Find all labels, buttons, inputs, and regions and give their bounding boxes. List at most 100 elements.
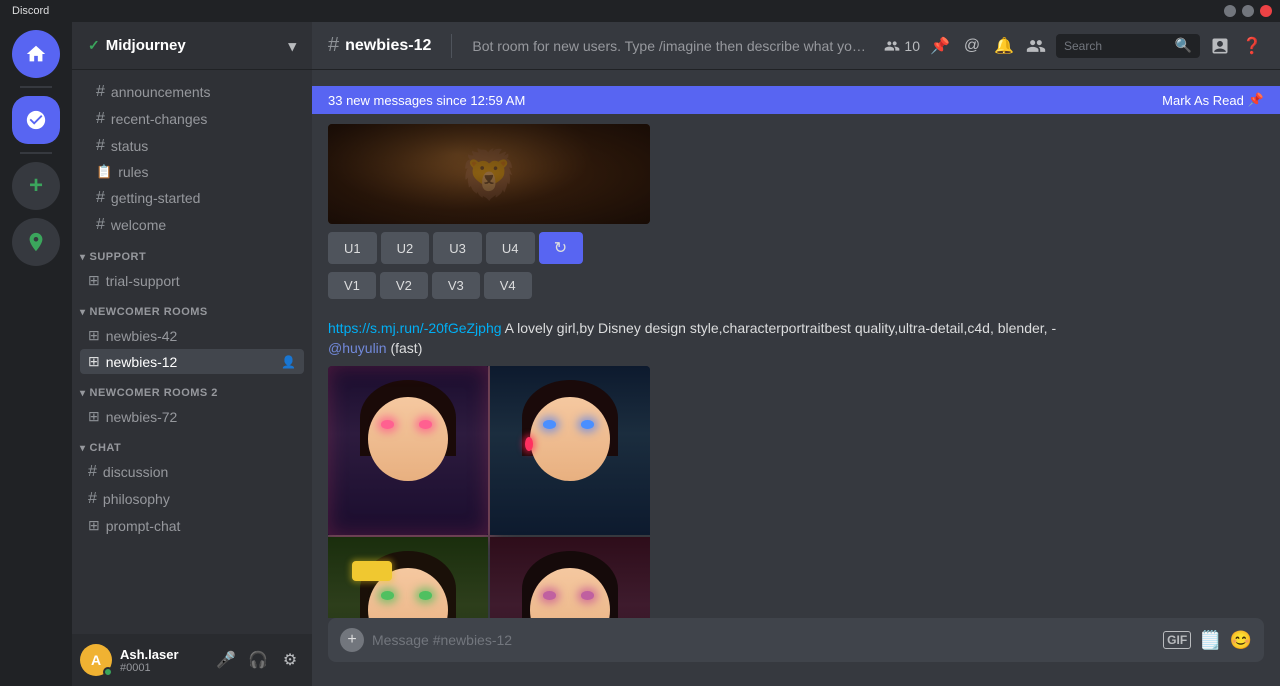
sidebar-item-philosophy[interactable]: # philosophy	[80, 486, 304, 512]
message-text-input[interactable]	[372, 622, 1155, 658]
mention-icon[interactable]: @	[960, 34, 984, 58]
avatar-letter: A	[91, 652, 101, 668]
sidebar-item-prompt-chat[interactable]: ⊞ prompt-chat	[80, 513, 304, 538]
deafen-button[interactable]: 🎧	[244, 646, 272, 674]
members-list-icon[interactable]	[1024, 34, 1048, 58]
channel-name-getting-started: getting-started	[111, 190, 296, 206]
hash-icon-discussion: #	[88, 463, 97, 481]
action-buttons-row2: V1 V2 V3 V4	[328, 272, 1264, 299]
category-chat[interactable]: ▾ CHAT # discussion # philosophy ⊞ promp…	[72, 430, 312, 538]
folder-icon: ⊞	[88, 272, 100, 289]
add-attachment-button[interactable]: +	[340, 628, 364, 652]
category-chevron-newcomer: ▾	[80, 307, 86, 318]
server-divider	[20, 86, 52, 88]
home-server-icon[interactable]	[12, 30, 60, 78]
category-chevron-chat: ▾	[80, 443, 86, 454]
app: + ✓ Midjourney ▾ # announcements # recen…	[0, 0, 1280, 686]
folder-icon: ⊞	[88, 327, 100, 344]
girl-cell-1	[328, 366, 488, 535]
channel-name-discussion: discussion	[103, 464, 168, 480]
server-checkmark: ✓	[88, 37, 100, 54]
sidebar-item-rules[interactable]: 📋 rules	[80, 160, 304, 184]
channel-name-newbies-12: newbies-12	[106, 354, 178, 370]
hash-icon: #	[96, 189, 105, 207]
minimize-button[interactable]	[1224, 5, 1236, 17]
sidebar-item-welcome[interactable]: # welcome	[80, 212, 304, 238]
search-icon: 🔍	[1175, 37, 1192, 54]
sticker-button[interactable]: 🗒️	[1199, 630, 1221, 651]
sidebar-item-trial-support[interactable]: ⊞ trial-support	[80, 268, 304, 293]
category-header-support[interactable]: ▾ SUPPORT	[72, 239, 312, 267]
category-label-support: SUPPORT	[90, 251, 147, 263]
u1-button-1[interactable]: U1	[328, 232, 377, 264]
header-divider	[451, 34, 452, 58]
category-header-newcomer-rooms-2[interactable]: ▾ NEWCOMER ROOMS 2	[72, 375, 312, 403]
user-info: Ash.laser #0001	[120, 647, 204, 674]
user-display-name: Ash.laser	[120, 647, 204, 662]
u4-button-1[interactable]: U4	[486, 232, 535, 264]
settings-button[interactable]: ⚙	[276, 646, 304, 674]
refresh-button-1[interactable]: ↻	[539, 232, 583, 264]
category-header-chat[interactable]: ▾ CHAT	[72, 430, 312, 458]
follow-icon[interactable]: 🔔	[992, 34, 1016, 58]
members-count: 10	[884, 38, 920, 54]
category-newcomer-rooms[interactable]: ▾ NEWCOMER ROOMS ⊞ newbies-42 ⊞ newbies-…	[72, 294, 312, 374]
v4-button-1[interactable]: V4	[484, 272, 532, 299]
close-button[interactable]	[1260, 5, 1272, 17]
girl-cell-3	[328, 537, 488, 618]
user-status-dot	[103, 667, 113, 677]
titlebar-title: Discord	[12, 5, 49, 17]
search-bar: 🔍	[1056, 34, 1200, 58]
sidebar-item-status[interactable]: # status	[80, 133, 304, 159]
mute-button[interactable]: 🎤	[212, 646, 240, 674]
input-icon-group: GIF 🗒️ 😊	[1163, 630, 1252, 651]
channel-title: newbies-12	[345, 37, 431, 55]
u3-button-1[interactable]: U3	[433, 232, 482, 264]
channel-notification-badge: 👤	[281, 355, 296, 369]
v1-button-1[interactable]: V1	[328, 272, 376, 299]
sidebar-item-getting-started[interactable]: # getting-started	[80, 185, 304, 211]
hash-icon: #	[96, 216, 105, 234]
gif-button[interactable]: GIF	[1163, 631, 1191, 649]
server-header[interactable]: ✓ Midjourney ▾	[72, 22, 312, 70]
message-description: A lovely girl,by Disney design style,cha…	[505, 320, 1056, 336]
refresh-icon-1: ↻	[554, 238, 567, 258]
mark-as-read-button[interactable]: Mark As Read 📌	[1162, 92, 1264, 108]
inbox-icon[interactable]	[1208, 34, 1232, 58]
message-link[interactable]: https://s.mj.run/-20fGeZjphg	[328, 320, 502, 336]
channel-list: # announcements # recent-changes # statu…	[72, 70, 312, 634]
sidebar-item-newbies-12[interactable]: ⊞ newbies-12 👤	[80, 349, 304, 374]
explore-server-icon[interactable]	[12, 218, 60, 266]
category-newcomer-rooms-2[interactable]: ▾ NEWCOMER ROOMS 2 ⊞ newbies-72	[72, 375, 312, 429]
girl-cell-4	[490, 537, 650, 618]
sidebar-item-newbies-42[interactable]: ⊞ newbies-42	[80, 323, 304, 348]
message-input-area: + GIF 🗒️ 😊	[312, 618, 1280, 686]
user-controls: 🎤 🎧 ⚙	[212, 646, 304, 674]
category-header-newcomer-rooms[interactable]: ▾ NEWCOMER ROOMS	[72, 294, 312, 322]
channel-name: trial-support	[106, 273, 180, 289]
hash-icon-philosophy: #	[88, 490, 97, 508]
maximize-button[interactable]	[1242, 5, 1254, 17]
u2-button-1[interactable]: U2	[381, 232, 430, 264]
v3-button-1[interactable]: V3	[432, 272, 480, 299]
sidebar-item-discussion[interactable]: # discussion	[80, 459, 304, 485]
messages-area[interactable]: 33 new messages since 12:59 AM Mark As R…	[312, 70, 1280, 618]
hash-icon: #	[96, 83, 105, 101]
category-support[interactable]: ▾ SUPPORT ⊞ trial-support	[72, 239, 312, 293]
emoji-button[interactable]: 😊	[1230, 630, 1252, 651]
sidebar-item-newbies-72[interactable]: ⊞ newbies-72	[80, 404, 304, 429]
category-label-newcomer-rooms: NEWCOMER ROOMS	[90, 306, 208, 318]
sidebar-item-recent-changes[interactable]: # recent-changes	[80, 106, 304, 132]
pin-icon[interactable]: 📌	[928, 34, 952, 58]
folder-icon-2: ⊞	[88, 408, 100, 425]
midjourney-server-icon[interactable]	[12, 96, 60, 144]
channel-name-announcements: announcements	[111, 84, 296, 100]
search-input[interactable]	[1064, 39, 1171, 53]
new-messages-bar[interactable]: 33 new messages since 12:59 AM Mark As R…	[312, 86, 1280, 114]
channel-name-rules: rules	[118, 164, 296, 180]
sidebar-item-announcements[interactable]: # announcements	[80, 79, 304, 105]
help-icon[interactable]: ❓	[1240, 34, 1264, 58]
server-divider-2	[20, 152, 52, 154]
v2-button-1[interactable]: V2	[380, 272, 428, 299]
add-server-icon[interactable]: +	[12, 162, 60, 210]
